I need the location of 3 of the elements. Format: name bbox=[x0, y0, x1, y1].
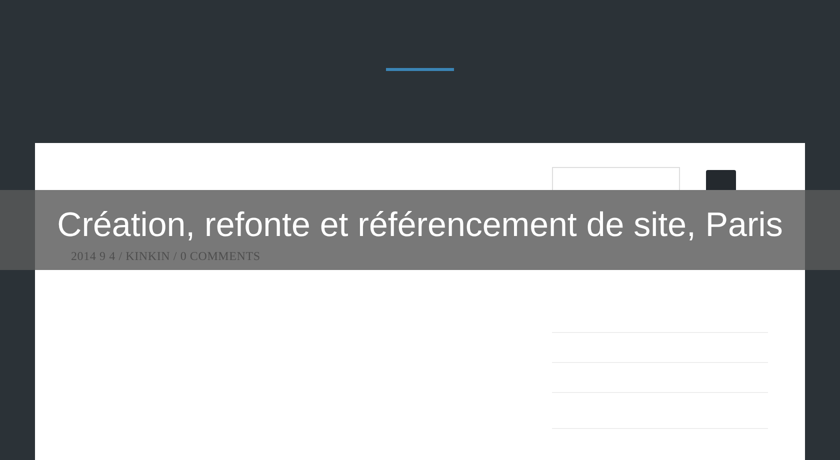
search-button[interactable] bbox=[706, 170, 736, 190]
banner-title: Création, refonte et référencement de site, Paris bbox=[57, 209, 783, 241]
accent-bar bbox=[386, 68, 454, 71]
